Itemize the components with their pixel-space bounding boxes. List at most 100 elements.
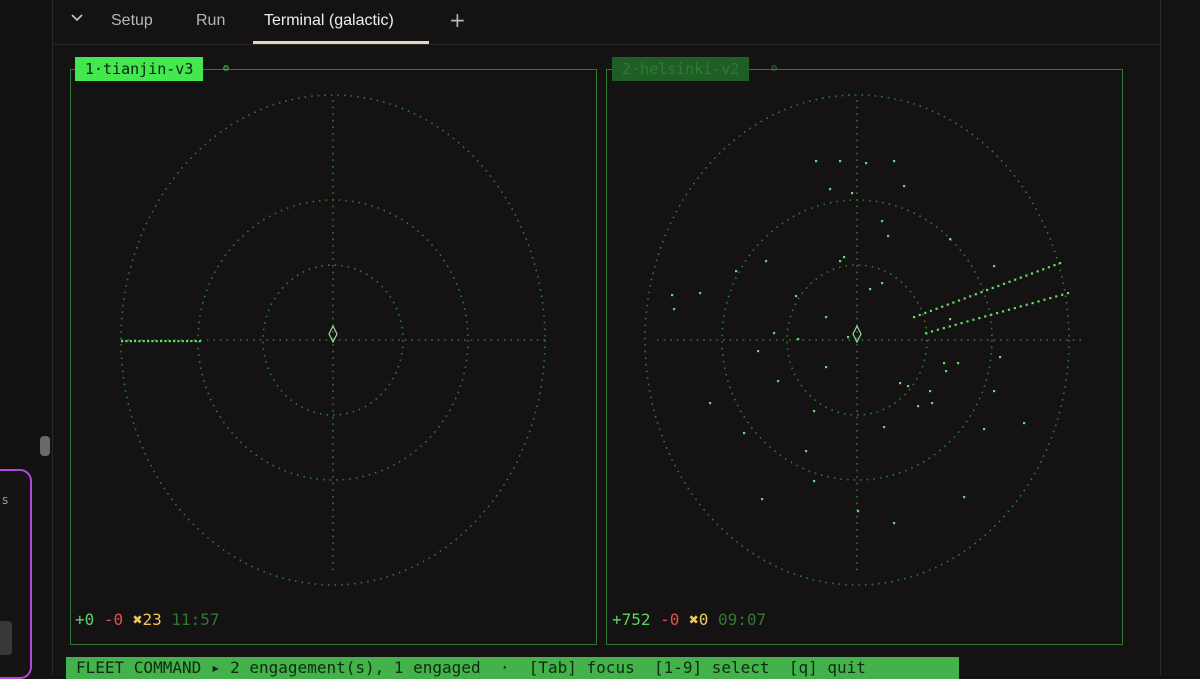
radar-blip — [839, 160, 842, 163]
radar-blip — [930, 330, 934, 333]
pane-1-plus: +0 — [75, 610, 95, 629]
radar-blip — [993, 390, 996, 393]
pane-1-label[interactable]: 1·tianjin-v3 — [75, 57, 204, 81]
radar-blip — [924, 311, 927, 315]
radar-blip — [1042, 268, 1045, 271]
add-tab-button[interactable]: + — [449, 8, 466, 32]
radar-blip — [918, 313, 921, 317]
pane-2-label[interactable]: 2·helsinki-v2 — [612, 57, 750, 81]
radar-pane-2[interactable] — [606, 69, 1123, 645]
radar-blip — [190, 340, 193, 343]
radar-blip — [1043, 298, 1046, 301]
radar-blip — [943, 362, 946, 365]
radar-blip — [743, 432, 746, 435]
radar-blip — [1019, 305, 1022, 308]
radar-blip — [709, 402, 712, 405]
radar-2 — [644, 94, 1082, 586]
side-panel-glyph: s — [2, 493, 9, 507]
radar-blip — [993, 265, 996, 268]
radar-blip — [1025, 274, 1028, 277]
radar-blip — [980, 291, 983, 294]
radar-blip — [757, 350, 760, 353]
radar-blip — [777, 380, 780, 383]
radar-blip — [813, 480, 816, 483]
radar-blip — [945, 370, 948, 373]
radar-blip — [125, 340, 128, 343]
radar-blip — [181, 340, 184, 343]
pane-1-kills: ✖23 — [132, 610, 162, 629]
radar-blip — [969, 295, 972, 298]
radar-blip — [186, 340, 189, 343]
radar-blip — [1023, 422, 1026, 425]
radar-blip — [899, 382, 902, 385]
fleet-command-bar: FLEET COMMAND ▸ 2 engagement(s), 1 engag… — [66, 657, 959, 679]
chevron-down-icon[interactable] — [67, 10, 87, 30]
pane-2-plus: +752 — [612, 610, 651, 629]
radar-1 — [120, 94, 546, 586]
radar-blip — [843, 256, 846, 259]
radar-center-icon — [852, 324, 862, 344]
radar-pane-1[interactable] — [70, 69, 597, 645]
radar-blip — [949, 318, 952, 321]
radar-blip — [847, 336, 850, 339]
tab-run[interactable]: Run — [196, 9, 225, 35]
radar-blip — [903, 185, 906, 188]
tab-bar: Setup Run Terminal (galactic) + — [53, 0, 1161, 45]
radar-blip — [797, 338, 800, 341]
radar-blip — [825, 316, 828, 319]
radar-blip — [147, 340, 150, 343]
radar-blip — [151, 340, 154, 343]
radar-blip — [142, 340, 145, 343]
pane-2-time: 09:07 — [717, 610, 767, 629]
radar-blip — [957, 299, 961, 302]
radar-blip — [815, 160, 818, 163]
side-panel-button[interactable] — [0, 621, 12, 655]
radar-blip — [936, 328, 940, 331]
radar-blip — [948, 325, 951, 328]
radar-blip — [983, 428, 986, 431]
radar-blip — [952, 301, 955, 304]
scrollbar-thumb[interactable] — [40, 436, 50, 456]
radar-blip — [869, 288, 872, 291]
pane-2-kills: ✖0 — [689, 610, 709, 629]
radar-blip — [931, 402, 934, 405]
radar-blip — [893, 522, 896, 525]
radar-blip — [978, 317, 981, 320]
radar-blip — [1013, 307, 1016, 310]
radar-blip — [177, 340, 180, 343]
radar-blip — [138, 340, 141, 343]
radar-blip — [907, 385, 910, 388]
radar-blip — [996, 312, 999, 315]
radar-blip — [942, 327, 945, 330]
pane-2-status: +752 -0 ✖0 09:07 — [612, 610, 766, 629]
radar-blip — [972, 318, 975, 321]
radar-blip — [699, 292, 702, 295]
radar-blip — [773, 332, 776, 335]
terminal-view[interactable]: 1·tianjin-v3 ⚙ 2·helsinki-v2 ⚙ +0 -0 ✖23… — [53, 45, 1160, 679]
radar-blip — [883, 426, 886, 429]
radar-blip — [134, 340, 137, 343]
radar-blip — [1059, 262, 1062, 265]
pane-1-knob-icon: ⚙ — [223, 63, 230, 74]
radar-blip — [851, 192, 854, 195]
radar-blip — [1036, 270, 1039, 273]
radar-blip — [1002, 282, 1006, 285]
radar-blip — [839, 260, 842, 263]
pane-1-minus: -0 — [103, 610, 124, 629]
radar-blip — [990, 313, 993, 316]
radar-blip — [761, 498, 764, 501]
radar-blip — [913, 316, 916, 319]
radar-blip — [966, 320, 969, 323]
radar-blip — [857, 510, 860, 513]
radar-ring — [786, 264, 928, 416]
radar-blip — [991, 286, 994, 290]
radar-blip — [941, 305, 944, 308]
radar-blip — [946, 303, 949, 306]
radar-blip — [865, 162, 868, 165]
radar-blip — [1025, 303, 1028, 306]
radar-blip — [1061, 293, 1064, 296]
tab-terminal-galactic[interactable]: Terminal (galactic) — [264, 9, 394, 35]
radar-blip — [673, 308, 676, 311]
side-panel[interactable]: s — [0, 469, 32, 679]
tab-setup[interactable]: Setup — [111, 9, 153, 35]
